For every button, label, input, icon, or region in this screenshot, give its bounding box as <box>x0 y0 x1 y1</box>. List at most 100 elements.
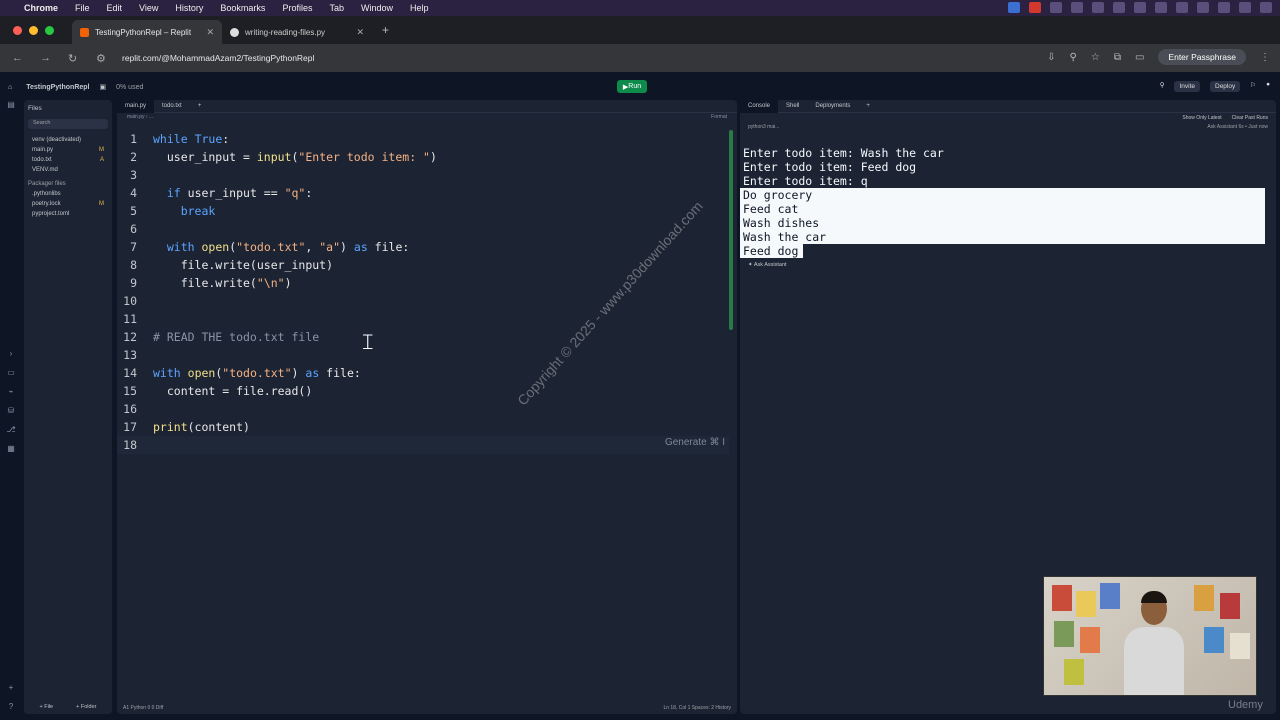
files-tool-icon[interactable]: ▤ <box>7 100 15 109</box>
notification-icon[interactable] <box>1071 2 1083 13</box>
menu-profiles[interactable]: Profiles <box>282 3 312 13</box>
repl-name[interactable]: TestingPythonRepl <box>26 84 89 91</box>
process-name[interactable]: python3 mai... <box>748 124 779 132</box>
extensions-icon[interactable]: ⧉ <box>1114 52 1121 63</box>
browser-tab-replit[interactable]: TestingPythonRepl – Replit ✕ <box>72 20 222 44</box>
sidebar-icon[interactable]: ▭ <box>1135 52 1144 63</box>
wifi-icon[interactable] <box>1197 2 1209 13</box>
file-item[interactable]: VENV.md <box>24 165 112 175</box>
bluetooth-icon[interactable] <box>1176 2 1188 13</box>
file-name: pyproject.toml <box>32 211 70 217</box>
moon-icon[interactable] <box>1155 2 1167 13</box>
close-tab-icon[interactable]: ✕ <box>206 27 214 38</box>
status-left[interactable]: A1 Python 0 0 Diff <box>123 705 163 711</box>
browser-menu-icon[interactable]: ⋮ <box>1260 52 1270 63</box>
maximize-window-icon[interactable] <box>45 25 54 35</box>
tab-console[interactable]: Console <box>740 100 779 113</box>
clear-runs-button[interactable]: Clear Past Runs <box>1232 115 1268 121</box>
deploy-button[interactable]: Deploy <box>1210 81 1241 92</box>
reload-icon[interactable]: ↻ <box>68 52 84 65</box>
file-item[interactable]: poetry.lock M <box>24 199 112 209</box>
alerts-icon[interactable]: ⚐ <box>1250 81 1256 92</box>
ask-assistant-button[interactable]: Ask Assistant <box>1207 124 1237 130</box>
git-tool-icon[interactable]: ⎇ <box>6 425 15 434</box>
help-icon[interactable]: ? <box>9 702 13 711</box>
new-folder-button[interactable]: + Folder <box>76 704 96 710</box>
ask-assistant-inline[interactable]: ✦ Ask Assistant <box>740 258 1276 272</box>
database-tool-icon[interactable]: ⛁ <box>8 406 15 415</box>
menu-edit[interactable]: Edit <box>107 3 123 13</box>
cpu-icon[interactable]: ▣ <box>100 83 107 91</box>
wall-poster <box>1220 593 1240 619</box>
usage-meter[interactable]: 0% used <box>116 84 143 91</box>
menu-file[interactable]: File <box>75 3 90 13</box>
bookmark-star-icon[interactable]: ☆ <box>1091 52 1100 63</box>
tab-todo-txt[interactable]: todo.txt <box>154 100 190 113</box>
menu-help[interactable]: Help <box>410 3 429 13</box>
tab-deployments[interactable]: Deployments <box>807 100 858 113</box>
menu-tab[interactable]: Tab <box>329 3 344 13</box>
search-icon[interactable]: ⚲ <box>1160 81 1165 92</box>
url-field[interactable]: replit.com/@MohammadAzam2/TestingPythonR… <box>122 49 1082 67</box>
forward-icon[interactable]: → <box>40 52 56 64</box>
close-tab-icon[interactable]: ✕ <box>356 27 364 38</box>
tab-shell[interactable]: Shell <box>778 100 807 113</box>
install-icon[interactable]: ⇩ <box>1047 52 1055 63</box>
close-window-icon[interactable] <box>13 25 22 35</box>
avatar[interactable]: ● <box>1266 81 1270 92</box>
console-tool-icon[interactable]: ▭ <box>7 368 15 377</box>
new-file-button[interactable]: + File <box>40 704 54 710</box>
grid-tool-icon[interactable]: ▦ <box>7 444 15 453</box>
output-line: Enter todo item: Feed dog <box>743 160 917 174</box>
generate-hint[interactable]: Generate ⌘ I <box>665 437 725 448</box>
new-pane-tab-icon[interactable]: + <box>858 100 878 113</box>
status-right[interactable]: Ln 18, Col 1 Spaces: 2 History <box>663 705 731 711</box>
add-tool-icon[interactable]: + <box>9 683 14 692</box>
passphrase-button[interactable]: Enter Passphrase <box>1158 49 1246 65</box>
menu-bookmarks[interactable]: Bookmarks <box>220 3 265 13</box>
cloud-icon[interactable] <box>1113 2 1125 13</box>
code-line: 3 <box>130 168 137 182</box>
file-name: main.py <box>32 147 54 153</box>
breadcrumb: main.py › ... Format <box>117 113 737 122</box>
file-item[interactable]: todo.txt A <box>24 155 112 165</box>
menu-history[interactable]: History <box>175 3 203 13</box>
keyboard-icon[interactable] <box>1134 2 1146 13</box>
new-editor-tab-icon[interactable]: + <box>190 100 210 113</box>
file-item[interactable]: main.py M <box>24 145 112 155</box>
browser-tab-github[interactable]: writing-reading-files.py ✕ <box>222 20 372 44</box>
console-output[interactable]: Enter todo item: Wash the car Enter todo… <box>740 146 1276 258</box>
code-area[interactable]: 1 while True: 2 user_input = input("Enter… <box>117 130 729 454</box>
minimize-window-icon[interactable] <box>29 25 38 35</box>
file-item[interactable]: venv (deactivated) <box>24 135 112 145</box>
file-item[interactable]: .pythonlibs <box>24 189 112 199</box>
menu-view[interactable]: View <box>139 3 158 13</box>
menu-window[interactable]: Window <box>361 3 393 13</box>
files-search-input[interactable]: Search <box>28 119 108 129</box>
home-icon[interactable]: ⌂ <box>8 84 12 91</box>
editor-scrollbar[interactable] <box>729 130 733 330</box>
file-item[interactable]: pyproject.toml <box>24 209 112 219</box>
shell-tool-icon[interactable]: ⌁ <box>9 387 14 396</box>
control-center-icon[interactable] <box>1239 2 1251 13</box>
invite-button[interactable]: Invite <box>1174 81 1200 92</box>
zoom-icon[interactable]: ⚲ <box>1070 52 1077 63</box>
back-icon[interactable]: ← <box>12 52 28 64</box>
terminal-tool-icon[interactable]: › <box>10 349 13 358</box>
format-button[interactable]: Format <box>711 114 727 121</box>
app-menu-chrome[interactable]: Chrome <box>24 3 58 13</box>
cursor-icon[interactable] <box>1050 2 1062 13</box>
display-icon[interactable] <box>1092 2 1104 13</box>
screen-share-icon[interactable] <box>1008 2 1020 13</box>
show-latest-toggle[interactable]: Show Only Latest <box>1182 115 1221 121</box>
siri-icon[interactable] <box>1260 2 1272 13</box>
recording-icon[interactable] <box>1029 2 1041 13</box>
site-info-icon[interactable]: ⚙ <box>96 52 112 65</box>
code-line: 11 <box>123 312 137 326</box>
file-name: poetry.lock <box>32 201 61 207</box>
new-tab-icon[interactable]: + <box>382 23 389 37</box>
search-icon[interactable] <box>1218 2 1230 13</box>
run-button[interactable]: ▶ Run <box>617 80 647 93</box>
tab-main-py[interactable]: main.py <box>117 100 155 113</box>
url-text: replit.com/@MohammadAzam2/TestingPythonR… <box>122 53 315 63</box>
